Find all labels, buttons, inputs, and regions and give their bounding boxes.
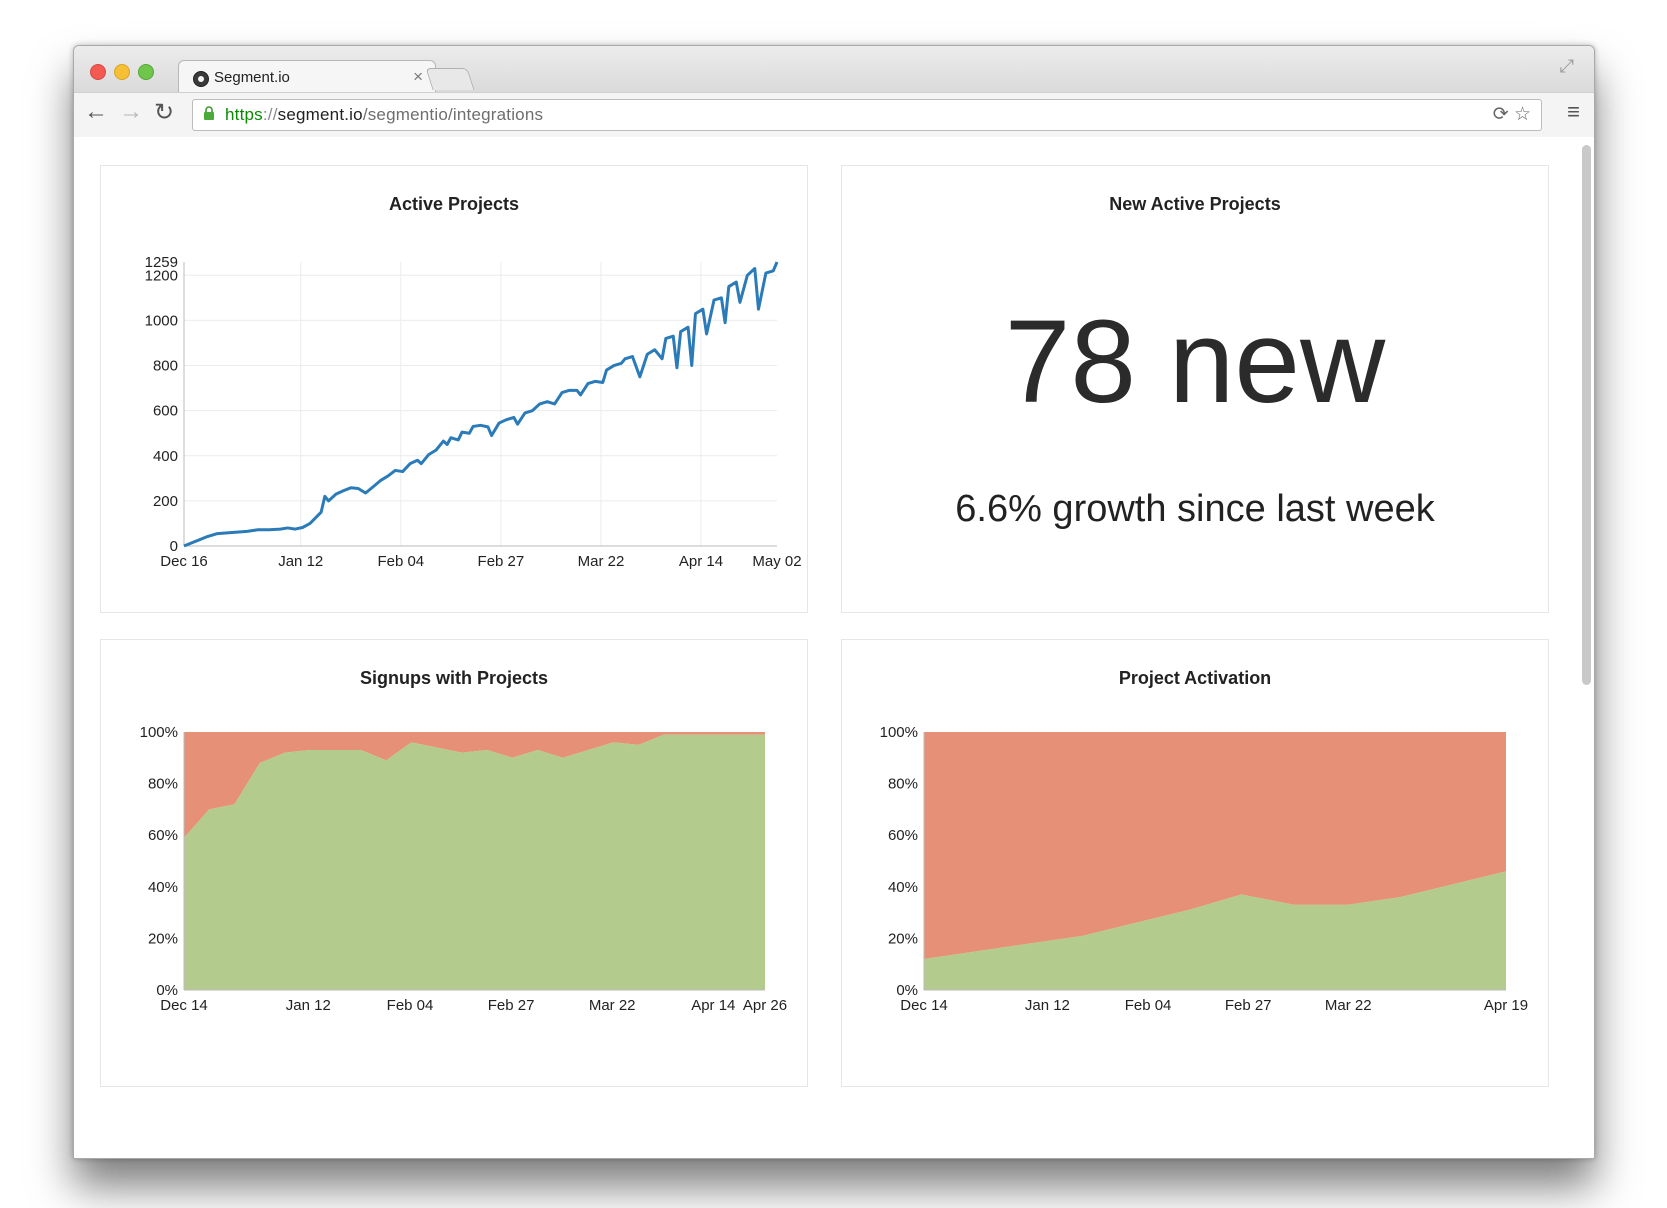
y-tick-label: 40% (148, 879, 178, 896)
x-tick-label: Feb 27 (488, 997, 535, 1014)
back-arrow-icon[interactable]: ← (84, 98, 108, 126)
sync-icon[interactable]: ⟳ (1493, 104, 1509, 125)
x-tick-label: Jan 12 (278, 553, 323, 570)
segment-favicon-icon (193, 71, 209, 87)
y-tick-label: 20% (148, 930, 178, 947)
panel-title: New Active Projects (1109, 194, 1281, 214)
y-tick-label: 400 (153, 448, 178, 465)
new-projects-count: 78 new (1004, 296, 1386, 428)
x-tick-label: Feb 04 (387, 997, 434, 1014)
x-tick-label: Apr 26 (743, 997, 787, 1014)
growth-text: 6.6% growth since last week (955, 488, 1435, 530)
x-tick-label: May 02 (752, 553, 801, 570)
omnibox-actions: ⟳ ☆ (1493, 103, 1531, 126)
x-tick-label: Dec 14 (160, 997, 208, 1014)
activation-chart: 0%20%40%60%80%100%Dec 14 Jan 12 Feb 04 Feb … (880, 724, 1528, 1014)
browser-window: Segment.io × ⤢ ← → ↻ https://segment.io/… (73, 45, 1595, 1159)
new-active-projects-panel: New Active Projects 78 new 6.6% growth s… (841, 165, 1549, 613)
y-tick-label: 100% (140, 724, 178, 741)
y-tick-label: 200 (153, 493, 178, 510)
x-tick-label: Mar 22 (589, 997, 636, 1014)
active-projects-chart: 0200400600800100012001259Dec 16 Jan 12 Feb… (145, 254, 802, 570)
y-tick-label: 60% (888, 827, 918, 844)
menu-hamburger-icon[interactable]: ≡ (1567, 99, 1580, 125)
zoom-window-button[interactable] (138, 64, 154, 80)
y-tick-label: 1000 (145, 312, 178, 329)
active-projects-line (183, 261, 779, 548)
tab-close-icon[interactable]: × (413, 67, 423, 87)
active-projects-panel: Active Projects 0 200 400 600 800 1000 1200 125… (100, 165, 808, 613)
browser-toolbar: ← → ↻ https://segment.io/segmentio/integ… (74, 92, 1594, 138)
y-tick-label: 20% (888, 930, 918, 947)
x-tick-label: Jan 12 (286, 997, 331, 1014)
x-tick-label: Mar 22 (1325, 997, 1372, 1014)
x-tick-label: Feb 27 (1225, 997, 1272, 1014)
signups-panel: Signups with Projects 0% 20% 40% 60% 80% 100%… (100, 639, 808, 1087)
y-tick-label: 1259 (145, 254, 178, 271)
minimize-window-button[interactable] (114, 64, 130, 80)
new-tab-button[interactable] (425, 68, 475, 90)
close-window-button[interactable] (90, 64, 106, 80)
page-content: Active Projects 0 200 400 600 800 1000 1200 125… (74, 137, 1594, 1158)
reload-icon[interactable]: ↻ (154, 98, 174, 127)
x-tick-label: Dec 16 (160, 553, 208, 570)
tab-title: Segment.io (214, 69, 290, 86)
activation-panel: Project Activation 0% 20% 40% 60% 80% 100% Dec… (841, 639, 1549, 1087)
lock-icon (204, 106, 214, 120)
vertical-scrollbar[interactable] (1582, 145, 1591, 685)
x-tick-label: Jan 12 (1025, 997, 1070, 1014)
bookmark-star-icon[interactable]: ☆ (1514, 104, 1531, 125)
x-tick-label: Feb 04 (377, 553, 424, 570)
y-tick-label: 60% (148, 827, 178, 844)
x-tick-label: Mar 22 (578, 553, 625, 570)
y-tick-label: 80% (148, 776, 178, 793)
y-tick-label: 80% (888, 776, 918, 793)
title-bar: Segment.io × ⤢ (74, 46, 1594, 94)
y-tick-label: 600 (153, 403, 178, 420)
y-tick-label: 800 (153, 358, 178, 375)
x-tick-label: Dec 14 (900, 997, 948, 1014)
y-tick-label: 40% (888, 879, 918, 896)
x-tick-label: Apr 14 (691, 997, 735, 1014)
browser-tab[interactable]: Segment.io × (178, 60, 436, 94)
fullscreen-icon[interactable]: ⤢ (1560, 56, 1574, 77)
address-bar[interactable]: https://segment.io/segmentio/integration… (192, 99, 1542, 131)
activated-area (184, 734, 765, 990)
forward-arrow-icon[interactable]: → (119, 98, 143, 126)
url-text: https://segment.io/segmentio/integration… (225, 105, 544, 124)
signups-chart: 0%20%40%60%80%100%Dec 14 Jan 12 Feb 04 Feb … (140, 724, 787, 1014)
x-tick-label: Feb 04 (1125, 997, 1172, 1014)
x-tick-label: Apr 19 (1484, 997, 1528, 1014)
x-tick-label: Feb 27 (478, 553, 525, 570)
x-tick-label: Apr 14 (679, 553, 723, 570)
y-tick-label: 100% (880, 724, 918, 741)
